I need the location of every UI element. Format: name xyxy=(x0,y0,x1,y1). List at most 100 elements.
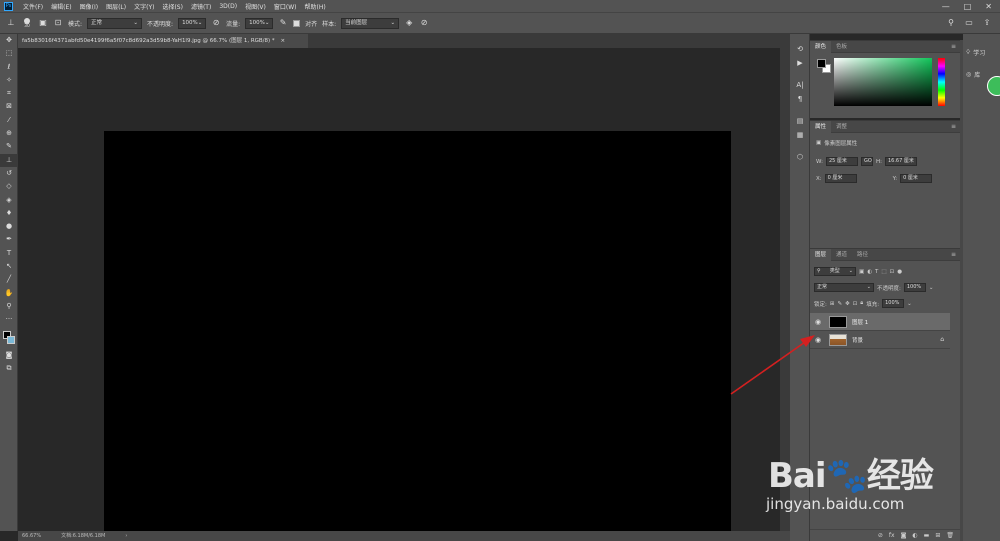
close-tab-icon[interactable]: × xyxy=(280,38,285,44)
brush-tool-icon[interactable]: ✎ xyxy=(0,140,18,153)
filter-toggle-icon[interactable]: ● xyxy=(897,269,902,275)
paragraph-panel-icon[interactable]: ¶ xyxy=(790,92,810,106)
sample-select[interactable]: 当前图层 ⌄ xyxy=(341,17,400,29)
color-picker-field[interactable] xyxy=(834,58,932,106)
zoom-level[interactable]: 66.67% xyxy=(22,531,41,541)
more-tools-icon[interactable]: ··· xyxy=(0,313,18,326)
menu-type[interactable]: 文字(Y) xyxy=(130,2,158,11)
lock-artboard-icon[interactable]: ⊡ xyxy=(853,301,858,307)
panel-menu-icon[interactable]: ≡ xyxy=(951,43,960,50)
learn-button[interactable]: 💡︎ 学习 xyxy=(966,48,985,58)
align-checkbox[interactable] xyxy=(293,19,301,27)
ignore-adjustment-icon[interactable]: ◈ xyxy=(404,18,414,28)
brush-settings-icon[interactable]: ▣ xyxy=(38,18,48,28)
filter-shape-icon[interactable]: ⬚ xyxy=(881,269,886,275)
panel-menu-icon[interactable]: ≡ xyxy=(951,251,960,258)
line-tool-icon[interactable]: ╱ xyxy=(0,273,18,286)
layer-row[interactable]: ◉ 图层 1 xyxy=(810,313,950,331)
marquee-tool-icon[interactable]: ⬚ xyxy=(0,47,18,60)
blend-mode-select[interactable]: 正常 ⌄ xyxy=(814,283,874,292)
menu-edit[interactable]: 编辑(E) xyxy=(47,2,75,11)
menu-view[interactable]: 视图(V) xyxy=(241,2,270,11)
menu-image[interactable]: 图像(I) xyxy=(76,2,102,11)
chevron-down-icon[interactable]: ⌄ xyxy=(907,301,912,307)
magic-wand-tool-icon[interactable]: ✧ xyxy=(0,74,18,87)
menu-3d[interactable]: 3D(D) xyxy=(215,3,241,10)
healing-brush-tool-icon[interactable]: ⊕ xyxy=(0,127,18,140)
layer-name[interactable]: 图层 1 xyxy=(852,318,868,326)
flow-input[interactable]: 100% ⌄ xyxy=(245,17,274,29)
paint-bucket-tool-icon[interactable]: ◈ xyxy=(0,194,18,207)
maximize-button[interactable]: □ xyxy=(964,2,972,11)
character-panel-icon[interactable]: A| xyxy=(790,78,810,92)
library-button[interactable]: ◎ 库 xyxy=(966,70,980,79)
share-icon[interactable]: ⇪ xyxy=(982,18,992,28)
pen-tool-icon[interactable]: ✒ xyxy=(0,233,18,246)
screen-mode-icon[interactable]: ⧉ xyxy=(0,362,18,375)
menu-file[interactable]: 文件(F) xyxy=(19,2,47,11)
layer-filter-select[interactable]: ⚲ 类型 ⌄ xyxy=(814,267,856,276)
canvas-area[interactable] xyxy=(18,48,780,541)
hand-tool-icon[interactable]: ✋ xyxy=(0,287,18,300)
menu-layer[interactable]: 图层(L) xyxy=(102,2,130,11)
lock-image-icon[interactable]: ✎ xyxy=(837,301,842,307)
history-brush-tool-icon[interactable]: ↺ xyxy=(0,167,18,180)
layer-opacity-input[interactable]: 100% xyxy=(903,283,926,292)
minimize-button[interactable]: — xyxy=(942,2,950,11)
delete-layer-icon[interactable]: 🗑︎ xyxy=(946,532,954,539)
x-input[interactable]: 0 厘米 xyxy=(824,174,857,183)
background-color-swatch[interactable] xyxy=(7,335,15,344)
document-canvas[interactable] xyxy=(104,131,731,541)
lock-all-icon[interactable]: 🔒︎ xyxy=(860,300,863,307)
workspace-icon[interactable]: ▭ xyxy=(964,18,974,28)
tab-swatches[interactable]: 色板 xyxy=(831,41,852,53)
crop-tool-icon[interactable]: ⌗ xyxy=(0,87,18,100)
document-tab[interactable]: fa5b83016f4371abfd50e4199f6a5f07c8d692a3… xyxy=(18,34,308,48)
blur-tool-icon[interactable]: ♦ xyxy=(0,207,18,220)
actions-panel-icon[interactable]: ▶ xyxy=(790,56,810,70)
lasso-tool-icon[interactable]: ℓ xyxy=(0,61,18,74)
eyedropper-tool-icon[interactable]: ⁄ xyxy=(0,114,18,127)
link-dimensions-icon[interactable]: GO xyxy=(860,157,873,166)
search-icon[interactable]: ⚲ xyxy=(946,18,956,28)
adjustment-layer-icon[interactable]: ◐ xyxy=(912,532,917,539)
tab-color[interactable]: 颜色 xyxy=(810,40,832,53)
tab-paths[interactable]: 路径 xyxy=(852,249,873,261)
zoom-tool-icon[interactable]: ⚲ xyxy=(0,300,18,313)
new-group-icon[interactable]: ▬ xyxy=(924,532,930,539)
panel-menu-icon[interactable]: ≡ xyxy=(951,123,960,130)
tab-adjustments[interactable]: 调整 xyxy=(831,121,852,133)
foreground-color-swatch[interactable] xyxy=(817,59,826,68)
new-layer-icon[interactable]: ⊞ xyxy=(935,532,940,539)
close-button[interactable]: ✕ xyxy=(985,2,992,11)
height-input[interactable]: 16.67 厘米 xyxy=(884,157,917,166)
visibility-eye-icon[interactable]: ◉ xyxy=(813,336,823,344)
quick-mask-icon[interactable]: ◙ xyxy=(0,349,18,362)
add-mask-icon[interactable]: ◙ xyxy=(901,532,907,539)
y-input[interactable]: 0 厘米 xyxy=(900,174,933,183)
visibility-eye-icon[interactable]: ◉ xyxy=(813,318,823,326)
tab-properties[interactable]: 属性 xyxy=(810,120,832,133)
tab-layers[interactable]: 图层 xyxy=(810,248,832,261)
menu-help[interactable]: 帮助(H) xyxy=(301,2,330,11)
clone-source-icon[interactable]: ⊡ xyxy=(53,18,63,28)
filter-pixel-icon[interactable]: ▣ xyxy=(859,269,864,275)
chevron-down-icon[interactable]: ⌄ xyxy=(929,285,934,291)
width-input[interactable]: 25 厘米 xyxy=(825,157,858,166)
airbrush-icon[interactable]: ✎ xyxy=(278,18,288,28)
link-layers-icon[interactable]: ⊘ xyxy=(878,532,883,539)
layer-name[interactable]: 背景 xyxy=(852,336,863,344)
fill-input[interactable]: 100% xyxy=(882,299,905,308)
type-tool-icon[interactable]: T xyxy=(0,247,18,260)
pressure-opacity-icon[interactable]: ⊘ xyxy=(211,18,221,28)
frame-tool-icon[interactable]: ⊠ xyxy=(0,100,18,113)
libraries-panel-icon[interactable]: ▤ xyxy=(790,114,810,128)
notes-panel-icon[interactable]: ▦ xyxy=(790,128,810,142)
dodge-tool-icon[interactable]: ● xyxy=(0,220,18,233)
menu-window[interactable]: 窗口(W) xyxy=(270,2,301,11)
clone-stamp-tool-icon[interactable]: ⊥ xyxy=(0,153,18,167)
menu-filter[interactable]: 滤镜(T) xyxy=(187,2,215,11)
opacity-input[interactable]: 100% ⌄ xyxy=(178,17,207,29)
filter-adjustment-icon[interactable]: ◐ xyxy=(867,269,872,275)
lock-position-icon[interactable]: ✥ xyxy=(845,301,850,307)
